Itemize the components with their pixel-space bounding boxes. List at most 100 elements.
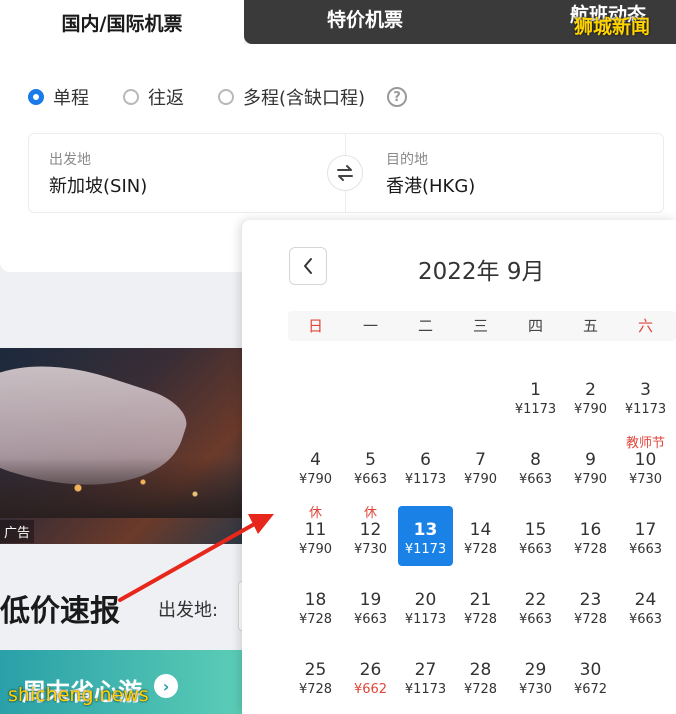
day-holiday-tag: 休 bbox=[363, 506, 377, 521]
day-number: 6 bbox=[420, 450, 431, 470]
day-price: ¥728 bbox=[463, 542, 498, 557]
trip-oneway-radio[interactable]: 单程 bbox=[28, 84, 89, 110]
calendar-day[interactable]: 休 11 ¥790 bbox=[288, 502, 343, 562]
watermark-top: 狮城新闻 bbox=[574, 16, 651, 38]
calendar-day[interactable]: 3 ¥1173 bbox=[618, 362, 673, 422]
day-price: ¥790 bbox=[298, 542, 333, 557]
calendar-day[interactable]: 7 ¥790 bbox=[453, 432, 508, 492]
day-price: ¥790 bbox=[573, 472, 608, 487]
calendar-day[interactable]: 18 ¥728 bbox=[288, 572, 343, 632]
banner-city-lights bbox=[0, 458, 260, 518]
calendar-day[interactable]: 30 ¥672 bbox=[563, 642, 618, 702]
help-icon[interactable]: ? bbox=[387, 87, 408, 107]
calendar-day[interactable]: 14 ¥728 bbox=[453, 502, 508, 562]
day-number: 17 bbox=[634, 520, 657, 540]
deals-title: 低价速报 bbox=[0, 594, 120, 629]
origin-field[interactable]: 出发地 新加坡(SIN) bbox=[49, 134, 329, 212]
calendar-day[interactable]: 教师节 10 ¥730 bbox=[618, 432, 673, 492]
trip-type-row: 单程 往返 多程(含缺口程) ? bbox=[28, 84, 408, 110]
weekday-tue: 二 bbox=[417, 317, 433, 335]
day-price: ¥730 bbox=[518, 682, 553, 697]
day-price: ¥728 bbox=[463, 612, 498, 627]
calendar-day[interactable]: 15 ¥663 bbox=[508, 502, 563, 562]
trip-roundtrip-radio[interactable]: 往返 bbox=[123, 84, 184, 110]
day-number: 8 bbox=[530, 450, 541, 470]
day-number: 3 bbox=[640, 380, 651, 400]
destination-field[interactable]: 目的地 香港(HKG) bbox=[386, 134, 646, 212]
day-number: 5 bbox=[365, 450, 376, 470]
day-number: 15 bbox=[524, 520, 547, 540]
day-number: 13 bbox=[413, 520, 438, 540]
calendar-day[interactable]: 6 ¥1173 bbox=[398, 432, 453, 492]
tab-domestic-international[interactable]: 国内/国际机票 bbox=[0, 0, 244, 44]
calendar-day[interactable]: 25 ¥728 bbox=[288, 642, 343, 702]
calendar-day[interactable]: 8 ¥663 bbox=[508, 432, 563, 492]
day-price: ¥1173 bbox=[404, 472, 447, 487]
prev-month-button[interactable] bbox=[289, 247, 327, 285]
trip-multicity-radio[interactable]: 多程(含缺口程) bbox=[218, 84, 365, 110]
radio-unchecked-icon bbox=[218, 89, 234, 105]
calendar-day[interactable]: 16 ¥728 bbox=[563, 502, 618, 562]
day-price: ¥663 bbox=[518, 472, 553, 487]
day-price: ¥1173 bbox=[404, 612, 447, 627]
calendar-day[interactable]: 1 ¥1173 bbox=[508, 362, 563, 422]
day-number: 4 bbox=[310, 450, 321, 470]
swap-button[interactable] bbox=[327, 155, 363, 191]
day-number: 19 bbox=[359, 590, 382, 610]
destination-label: 目的地 bbox=[386, 152, 428, 168]
calendar-day[interactable]: 17 ¥663 bbox=[618, 502, 673, 562]
tab-special-fares[interactable]: 特价机票 bbox=[290, 0, 440, 36]
top-tabs: 国内/国际机票 特价机票 航班动态 狮城新闻 bbox=[0, 0, 676, 44]
calendar-day[interactable]: 9 ¥790 bbox=[563, 432, 618, 492]
origin-label: 出发地 bbox=[49, 152, 91, 168]
calendar-day[interactable]: 19 ¥663 bbox=[343, 572, 398, 632]
calendar-day[interactable]: 26 ¥662 bbox=[343, 642, 398, 702]
day-price: ¥728 bbox=[298, 682, 333, 697]
calendar-month-title: 2022年 9月 bbox=[418, 259, 545, 285]
day-number: 24 bbox=[634, 590, 657, 610]
day-price: ¥730 bbox=[628, 472, 663, 487]
day-price: ¥728 bbox=[298, 612, 333, 627]
calendar-day[interactable]: 22 ¥663 bbox=[508, 572, 563, 632]
watermark-bottom: shicheng.news bbox=[8, 684, 149, 706]
day-price: ¥728 bbox=[573, 542, 608, 557]
calendar-day[interactable]: 29 ¥730 bbox=[508, 642, 563, 702]
day-price: ¥663 bbox=[518, 542, 553, 557]
calendar-day[interactable]: 27 ¥1173 bbox=[398, 642, 453, 702]
ad-banner-image[interactable] bbox=[0, 348, 260, 544]
day-number: 10 bbox=[634, 450, 657, 470]
day-number: 2 bbox=[585, 380, 596, 400]
day-number: 25 bbox=[304, 660, 327, 680]
day-price: ¥663 bbox=[353, 612, 388, 627]
day-price: ¥790 bbox=[298, 472, 333, 487]
calendar-day-selected[interactable]: 13 ¥1173 bbox=[398, 506, 453, 566]
day-number: 20 bbox=[414, 590, 437, 610]
ad-tag: 广告 bbox=[0, 520, 35, 543]
calendar-day[interactable]: 4 ¥790 bbox=[288, 432, 343, 492]
day-number: 26 bbox=[359, 660, 382, 680]
calendar-day[interactable]: 23 ¥728 bbox=[563, 572, 618, 632]
day-number: 21 bbox=[469, 590, 492, 610]
day-price: ¥662 bbox=[353, 682, 388, 697]
calendar-day[interactable]: 20 ¥1173 bbox=[398, 572, 453, 632]
day-number: 22 bbox=[524, 590, 547, 610]
day-price: ¥663 bbox=[353, 472, 388, 487]
day-price: ¥730 bbox=[353, 542, 388, 557]
day-number: 12 bbox=[359, 520, 382, 540]
day-price: ¥1173 bbox=[404, 682, 447, 697]
day-price: ¥1173 bbox=[404, 542, 447, 557]
calendar-day[interactable]: 24 ¥663 bbox=[618, 572, 673, 632]
calendar-day[interactable]: 21 ¥728 bbox=[453, 572, 508, 632]
day-number: 29 bbox=[524, 660, 547, 680]
day-price: ¥1173 bbox=[514, 402, 557, 417]
day-number: 1 bbox=[530, 380, 541, 400]
origin-value: 新加坡(SIN) bbox=[49, 176, 148, 197]
calendar-day[interactable]: 2 ¥790 bbox=[563, 362, 618, 422]
route-box: 出发地 新加坡(SIN) 目的地 香港(HKG) bbox=[28, 133, 664, 213]
weekday-thu: 四 bbox=[527, 317, 543, 335]
calendar-day[interactable]: 休 12 ¥730 bbox=[343, 502, 398, 562]
calendar-day[interactable]: 5 ¥663 bbox=[343, 432, 398, 492]
weekday-mon: 一 bbox=[362, 317, 378, 335]
calendar-day[interactable]: 28 ¥728 bbox=[453, 642, 508, 702]
chevron-right-icon[interactable]: › bbox=[154, 674, 178, 698]
